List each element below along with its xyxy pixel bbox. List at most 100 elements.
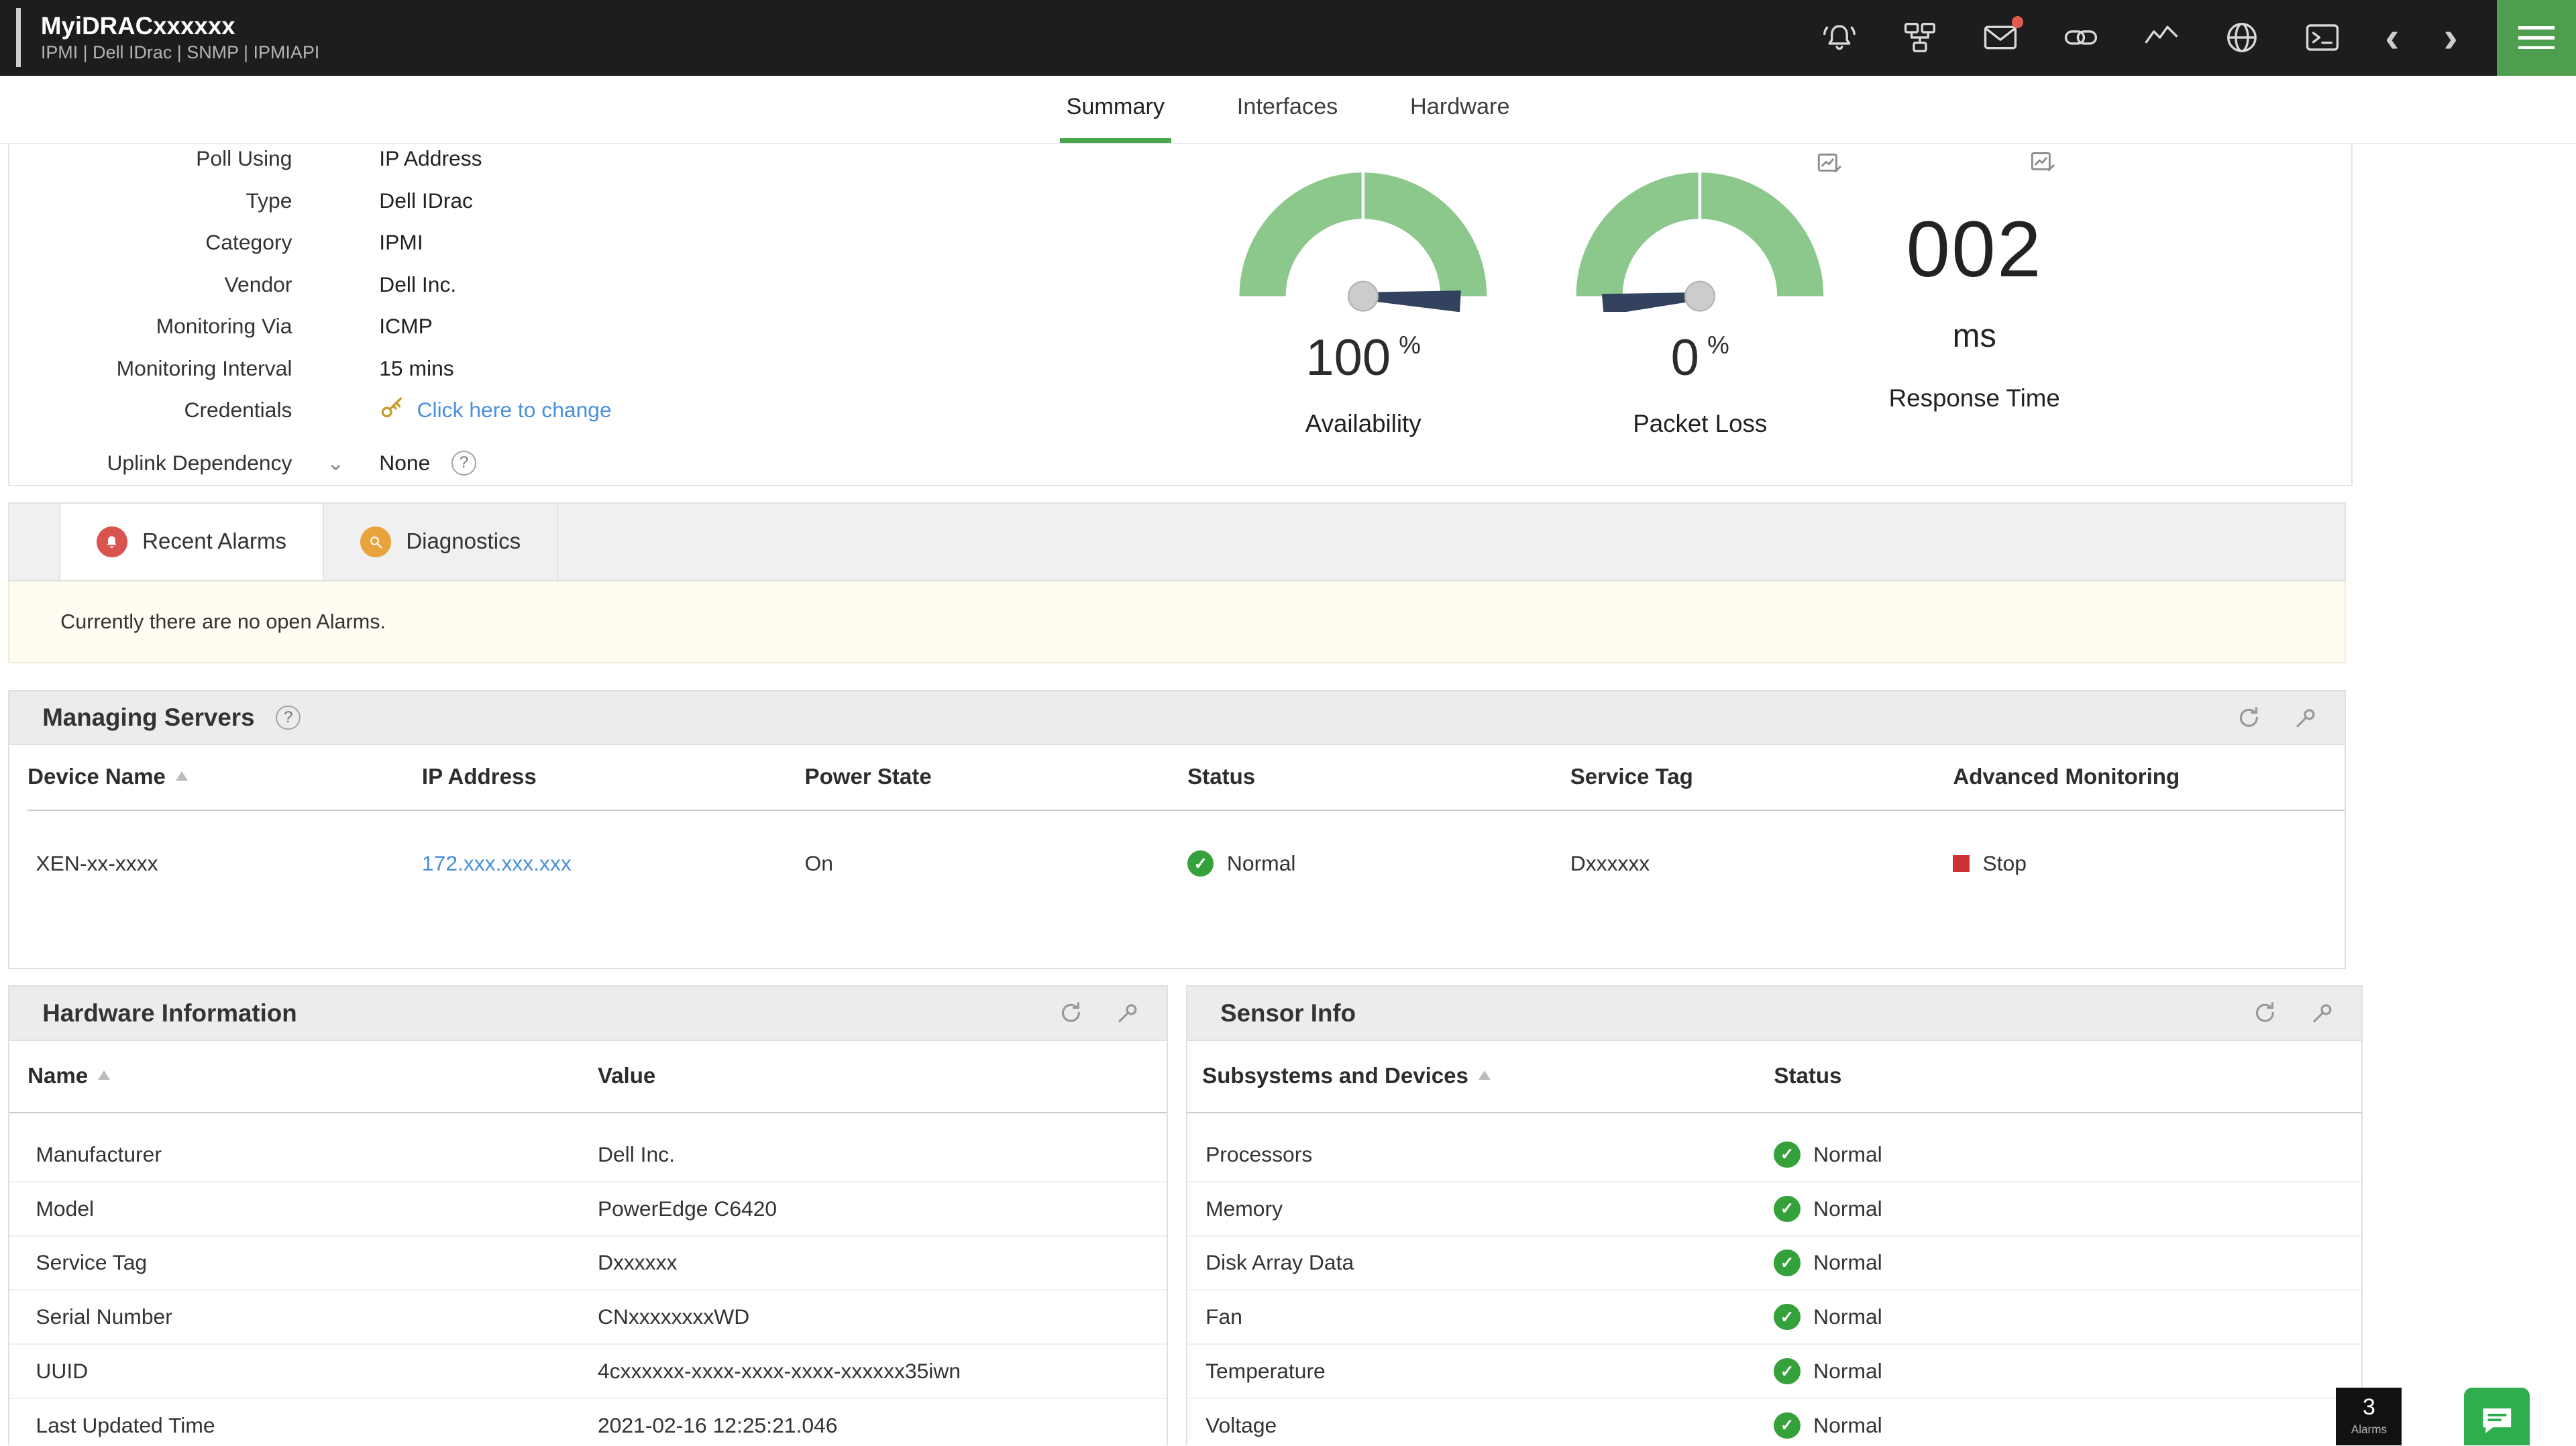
packet-loss-value: 0% <box>1565 329 1835 387</box>
response-time-widget: 002 ms Response Time <box>1837 148 2112 412</box>
table-row: UUID 4cxxxxxx-xxxx-xxxx-xxxx-xxxxxx35iwn <box>9 1345 1167 1399</box>
row-label: Model <box>28 1197 598 1221</box>
sort-icon[interactable] <box>98 1070 110 1080</box>
tab-diagnostics-label: Diagnostics <box>406 529 521 555</box>
table-row: Processors ✓ Normal <box>1187 1128 2361 1182</box>
alarm-count-label: Alarms <box>2336 1423 2402 1437</box>
link-icon[interactable] <box>2063 19 2099 56</box>
field-category: Category IPMI <box>9 222 896 264</box>
field-label: Category <box>9 230 292 255</box>
response-time-label: Response Time <box>1837 384 2112 412</box>
field-label: Poll Using <box>9 146 292 171</box>
ip-address-link[interactable]: 172.xxx.xxx.xxx <box>422 851 572 875</box>
status-normal-icon: ✓ <box>1774 1249 1800 1276</box>
chevron-right-icon[interactable]: › <box>2444 19 2458 56</box>
pin-icon[interactable] <box>1116 1001 1140 1025</box>
mail-icon[interactable] <box>1982 19 2019 56</box>
refresh-icon[interactable] <box>2253 1001 2277 1025</box>
status-cell: ✓ Normal <box>1774 1304 2361 1330</box>
field-value: Dell IDrac <box>379 188 473 213</box>
report-icon[interactable] <box>1817 151 1843 184</box>
field-monitoring-interval: Monitoring Interval 15 mins <box>9 347 896 389</box>
tab-interfaces[interactable]: Interfaces <box>1230 76 1344 144</box>
hamburger-menu-button[interactable] <box>2497 0 2576 76</box>
row-label: Service Tag <box>28 1250 598 1275</box>
tab-diagnostics[interactable]: Diagnostics <box>324 504 558 580</box>
tab-hardware[interactable]: Hardware <box>1403 76 1516 144</box>
sort-icon[interactable] <box>176 771 188 781</box>
row-label: Disk Array Data <box>1202 1250 1774 1275</box>
sensor-info-panel: Sensor Info <box>1186 985 2362 1445</box>
device-title-block: MyiDRACxxxxxx IPMI | Dell IDrac | SNMP |… <box>16 8 319 67</box>
field-poll-using: Poll Using IP Address <box>9 138 896 180</box>
packet-loss-label: Packet Loss <box>1565 410 1835 438</box>
chevron-down-icon[interactable]: ⌄ <box>327 450 345 476</box>
status-normal-icon: ✓ <box>1774 1412 1800 1439</box>
field-label: Vendor <box>9 272 292 297</box>
managing-servers-header: Managing Servers ? <box>9 691 2345 746</box>
status-cell: ✓ Normal <box>1774 1412 2361 1439</box>
managing-servers-help-icon[interactable]: ? <box>276 706 301 730</box>
globe-icon[interactable] <box>2224 19 2260 56</box>
pin-icon[interactable] <box>2294 706 2318 730</box>
row-label: UUID <box>28 1359 598 1384</box>
uplink-help-icon[interactable]: ? <box>451 451 476 476</box>
row-value: PowerEdge C6420 <box>598 1197 1167 1221</box>
gauge-dial <box>1568 164 1831 312</box>
table-row: Model PowerEdge C6420 <box>9 1182 1167 1237</box>
status-cell: ✓ Normal <box>1774 1196 2361 1222</box>
table-header-row: Device Name IP Address Power State Statu… <box>28 745 2345 811</box>
field-type: Type Dell IDrac <box>9 180 896 221</box>
row-label: Fan <box>1202 1304 1774 1329</box>
field-credentials: Credentials Click here to change <box>9 389 896 431</box>
row-label: Temperature <box>1202 1359 1774 1384</box>
alarm-count-button[interactable]: 3 Alarms <box>2336 1388 2402 1445</box>
availability-value: 100% <box>1228 329 1498 387</box>
hardware-table-body: Manufacturer Dell Inc. Model PowerEdge C… <box>9 1113 1167 1445</box>
status-cell: ✓ Normal <box>1774 1142 2361 1168</box>
refresh-icon[interactable] <box>2237 706 2261 730</box>
field-value: Dell Inc. <box>379 272 456 297</box>
chevron-left-icon[interactable]: ‹ <box>2385 19 2399 56</box>
status-normal-icon: ✓ <box>1774 1142 1800 1168</box>
row-label: Memory <box>1202 1197 1774 1221</box>
advanced-monitoring-cell: Stop <box>1953 851 2345 876</box>
tab-recent-alarms[interactable]: Recent Alarms <box>59 504 324 580</box>
table-row: Last Updated Time 2021-02-16 12:25:21.04… <box>9 1399 1167 1445</box>
summary-panel: Poll Using IP Address Type Dell IDrac Ca… <box>8 144 2353 486</box>
col-device-name[interactable]: Device Name <box>28 765 422 790</box>
field-label: Uplink Dependency <box>9 451 292 476</box>
stop-button[interactable]: Stop <box>1982 851 2026 876</box>
status-normal-icon: ✓ <box>1774 1196 1800 1222</box>
terminal-icon[interactable] <box>2304 19 2341 56</box>
sensor-info-header: Sensor Info <box>1187 987 2361 1041</box>
row-value: Dxxxxxx <box>598 1250 1167 1275</box>
alarm-count: 3 <box>2336 1394 2402 1421</box>
power-state-cell: On <box>805 851 1188 876</box>
diagnostics-badge-icon <box>360 526 392 558</box>
tab-summary[interactable]: Summary <box>1060 76 1171 144</box>
hardware-information-panel: Hardware Information <box>8 985 1168 1445</box>
page-tabbar: Summary Interfaces Hardware <box>0 76 2576 145</box>
col-name[interactable]: Name <box>28 1064 598 1089</box>
pin-icon[interactable] <box>2310 1001 2335 1025</box>
field-vendor: Vendor Dell Inc. <box>9 264 896 305</box>
field-label: Credentials <box>9 398 292 423</box>
col-subsystems[interactable]: Subsystems and Devices <box>1202 1064 1774 1089</box>
field-label: Monitoring Interval <box>9 356 292 381</box>
col-status: Status <box>1774 1064 2361 1089</box>
alarms-tab-strip: Recent Alarms Diagnostics <box>8 502 2346 581</box>
sensor-info-title: Sensor Info <box>1220 999 1356 1027</box>
managing-servers-panel: Managing Servers ? Devi <box>8 690 2346 969</box>
stop-icon <box>1953 855 1969 871</box>
workflow-icon[interactable] <box>1902 19 1938 56</box>
chat-button[interactable] <box>2464 1388 2530 1445</box>
sparkline-icon[interactable] <box>2143 19 2180 56</box>
alarm-bell-icon[interactable] <box>1821 19 1858 56</box>
sort-icon[interactable] <box>1479 1070 1491 1080</box>
change-credentials-link[interactable]: Click here to change <box>417 398 612 423</box>
report-icon[interactable] <box>2030 150 2056 182</box>
field-label: Monitoring Via <box>9 314 292 339</box>
refresh-icon[interactable] <box>1059 1001 1083 1025</box>
status-normal-icon: ✓ <box>1774 1358 1800 1384</box>
